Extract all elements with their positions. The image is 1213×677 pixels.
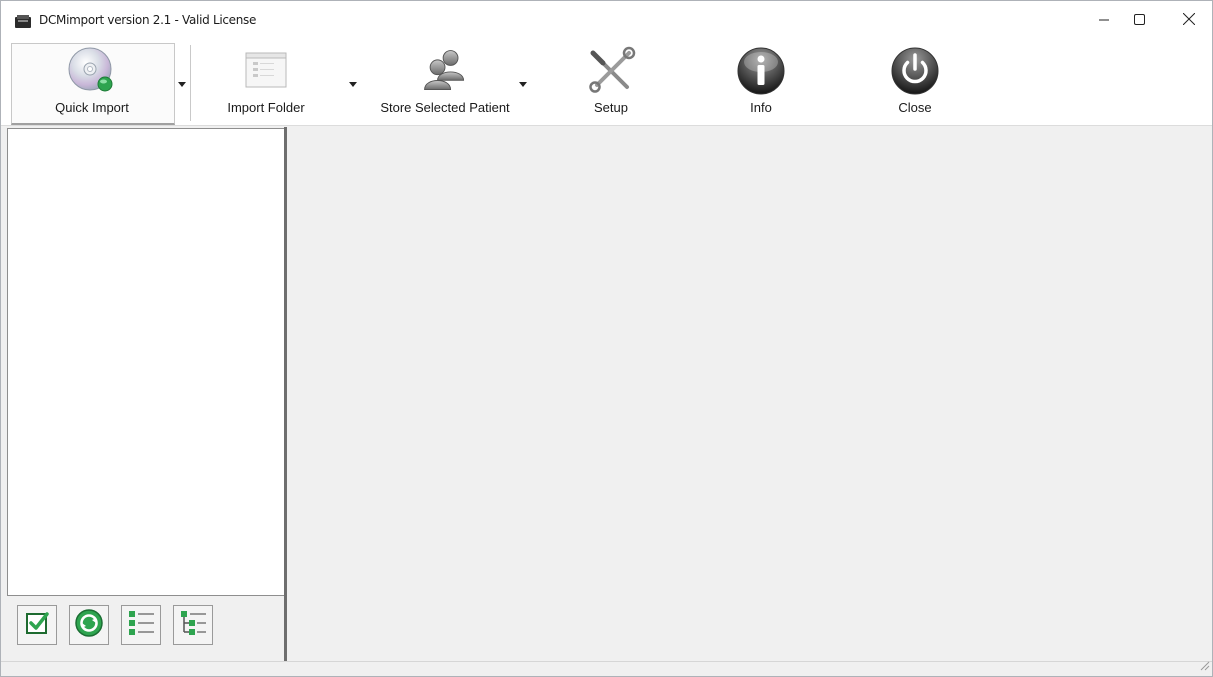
select-all-button[interactable] bbox=[17, 605, 57, 645]
refresh-icon bbox=[74, 608, 104, 643]
minimize-icon bbox=[1099, 12, 1109, 30]
info-label: Info bbox=[750, 100, 772, 115]
store-selected-patient-label: Store Selected Patient bbox=[380, 100, 510, 115]
tree-view-button[interactable] bbox=[173, 605, 213, 645]
app-icon bbox=[15, 15, 31, 28]
info-icon bbox=[735, 45, 787, 97]
quick-import-button[interactable]: Quick Import bbox=[11, 41, 173, 123]
folder-window-icon bbox=[240, 45, 292, 97]
list-view-button[interactable] bbox=[121, 605, 161, 645]
quick-import-label: Quick Import bbox=[55, 100, 129, 115]
tree-icon bbox=[178, 608, 208, 643]
refresh-button[interactable] bbox=[69, 605, 109, 645]
close-window-button[interactable] bbox=[1166, 1, 1212, 41]
title-bar: DCMimport version 2.1 - Valid License bbox=[1, 1, 1212, 41]
close-app-button[interactable]: Close bbox=[877, 41, 953, 123]
close-label: Close bbox=[898, 100, 932, 115]
tree-tools-bar bbox=[7, 597, 284, 659]
patient-tree-panel[interactable] bbox=[7, 128, 285, 596]
maximize-button[interactable] bbox=[1116, 1, 1162, 41]
wrench-screwdriver-icon bbox=[585, 45, 637, 97]
patients-icon bbox=[419, 45, 471, 97]
quick-import-dropdown-icon[interactable] bbox=[178, 82, 186, 87]
setup-button[interactable]: Setup bbox=[573, 41, 649, 123]
main-content-area bbox=[287, 127, 1212, 661]
store-selected-patient-button[interactable]: Store Selected Patient bbox=[365, 41, 525, 123]
import-folder-label: Import Folder bbox=[227, 100, 305, 115]
checkbox-check-icon bbox=[25, 611, 49, 640]
app-window: DCMimport version 2.1 - Valid License Qu… bbox=[0, 0, 1213, 677]
window-title: DCMimport version 2.1 - Valid License bbox=[39, 13, 257, 27]
list-icon bbox=[126, 608, 156, 643]
info-button[interactable]: Info bbox=[723, 41, 799, 123]
resize-grip-icon[interactable] bbox=[1200, 658, 1210, 676]
setup-label: Setup bbox=[594, 100, 628, 115]
close-icon bbox=[1182, 12, 1196, 30]
main-toolbar: Quick Import Import Folder Store Selecte… bbox=[1, 41, 1212, 126]
toolbar-separator bbox=[190, 45, 191, 121]
power-icon bbox=[889, 45, 941, 97]
import-folder-dropdown-icon[interactable] bbox=[349, 82, 357, 87]
cd-icon bbox=[66, 45, 118, 97]
maximize-icon bbox=[1133, 12, 1145, 30]
status-bar bbox=[1, 658, 1212, 676]
store-patient-dropdown-icon[interactable] bbox=[519, 82, 527, 87]
import-folder-button[interactable]: Import Folder bbox=[213, 41, 319, 123]
